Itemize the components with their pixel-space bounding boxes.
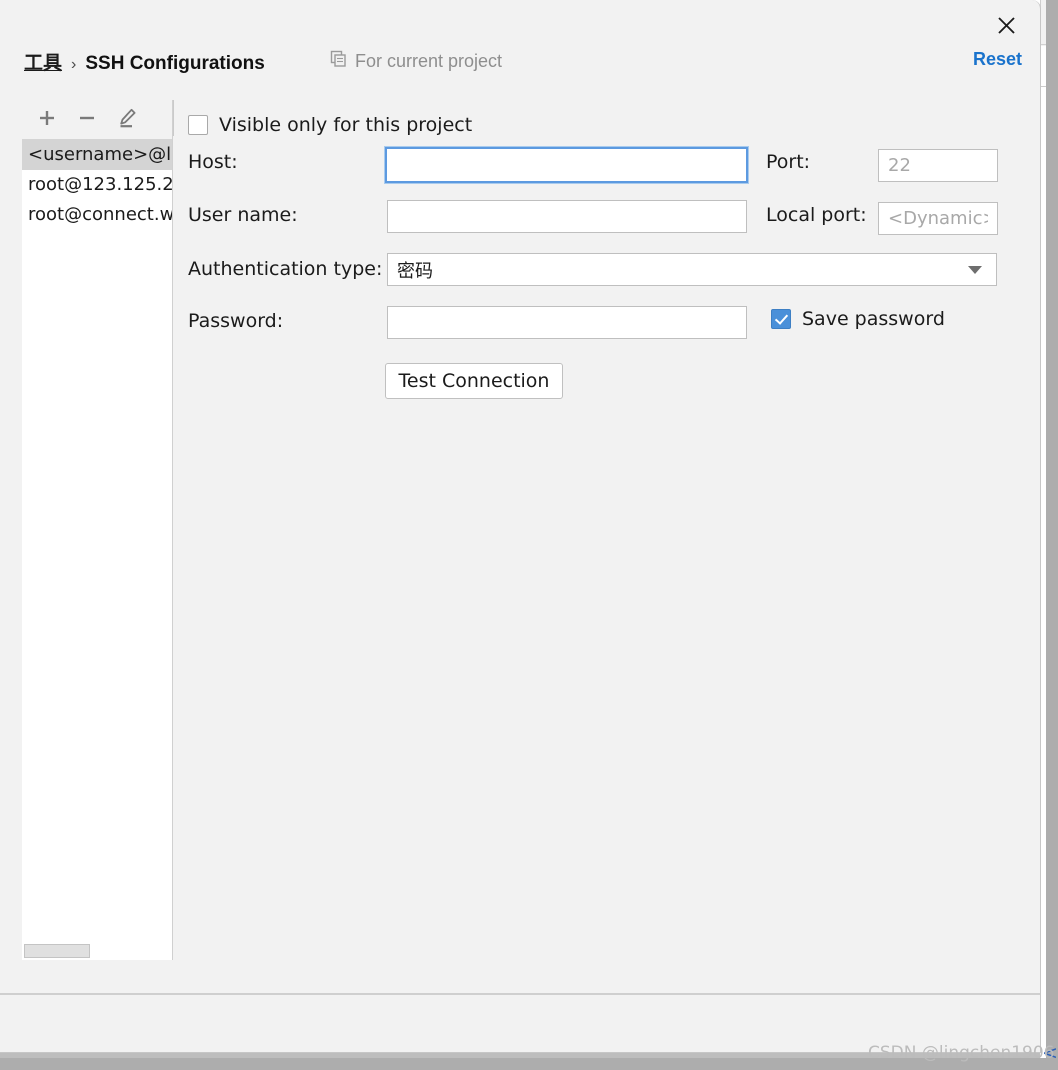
backdrop-arrow-icon: < (1042, 1042, 1058, 1064)
password-label: Password: (188, 310, 284, 332)
save-password-label: Save password (802, 308, 945, 330)
reset-button[interactable]: Reset (973, 49, 1022, 70)
auth-type-value: 密码 (397, 260, 433, 282)
configurations-list[interactable]: <username>@localhost:22 root@123.125.240… (22, 139, 173, 960)
toolbar-divider (173, 100, 174, 136)
host-input[interactable] (385, 147, 748, 183)
port-input[interactable] (878, 149, 998, 182)
project-scope-label: For current project (355, 50, 503, 71)
host-label-wrap: Host: (188, 151, 238, 173)
save-password-checkbox[interactable] (771, 309, 791, 329)
minus-icon[interactable] (74, 105, 100, 131)
chevron-down-icon (968, 265, 982, 274)
backdrop-right-shadow (1046, 0, 1058, 1070)
username-label-wrap: User name: (188, 204, 298, 226)
local-port-label: Local port: (766, 204, 867, 226)
auth-type-select[interactable]: 密码 (387, 253, 997, 286)
list-item[interactable]: root@connect.westb.seetacloud.com (22, 200, 173, 230)
configurations-toolbar (22, 101, 173, 135)
local-port-input[interactable] (878, 202, 998, 235)
visible-only-label: Visible only for this project (219, 114, 473, 136)
host-label: Host: (188, 151, 238, 173)
ssh-configurations-dialog: 工具 › SSH Configurations For current proj… (0, 0, 1041, 1053)
password-input[interactable] (387, 306, 747, 339)
breadcrumb-item-tools[interactable]: 工具 (24, 48, 62, 75)
list-item[interactable]: <username>@localhost:22 (22, 140, 173, 170)
password-label-wrap: Password: (188, 310, 283, 332)
breadcrumb: 工具 › SSH Configurations (24, 48, 265, 75)
breadcrumb-separator: › (71, 56, 77, 73)
local-port-label-wrap: Local port: (766, 204, 867, 226)
save-password-checkbox-row[interactable]: Save password (771, 308, 945, 330)
backdrop-bottom-shadow (0, 1058, 1058, 1070)
project-scope: For current project (330, 50, 502, 72)
dialog-header: 工具 › SSH Configurations For current proj… (0, 48, 1040, 90)
test-connection-button[interactable]: Test Connection (385, 363, 563, 399)
list-horizontal-scrollbar-thumb[interactable] (24, 944, 90, 958)
username-input[interactable] (387, 200, 747, 233)
plus-icon[interactable] (34, 105, 60, 131)
visible-only-checkbox[interactable] (188, 115, 208, 135)
pencil-icon[interactable] (114, 105, 140, 131)
copy-icon (330, 50, 347, 72)
page-title: SSH Configurations (85, 53, 265, 74)
auth-type-label-wrap: Authentication type: (188, 258, 382, 280)
visible-only-checkbox-row[interactable]: Visible only for this project (188, 114, 472, 136)
close-icon[interactable] (988, 8, 1024, 42)
list-panel-divider (172, 100, 173, 960)
list-item[interactable]: root@123.125.240.150:22 (22, 170, 173, 200)
auth-type-label: Authentication type: (188, 258, 383, 280)
port-label: Port: (766, 151, 811, 173)
dialog-footer: 确定 取消 应用(A) (0, 995, 1040, 1052)
username-label: User name: (188, 204, 298, 226)
ssh-configuration-form: Visible only for this project Host: Port… (188, 108, 1040, 1052)
port-label-wrap: Port: (766, 151, 810, 173)
